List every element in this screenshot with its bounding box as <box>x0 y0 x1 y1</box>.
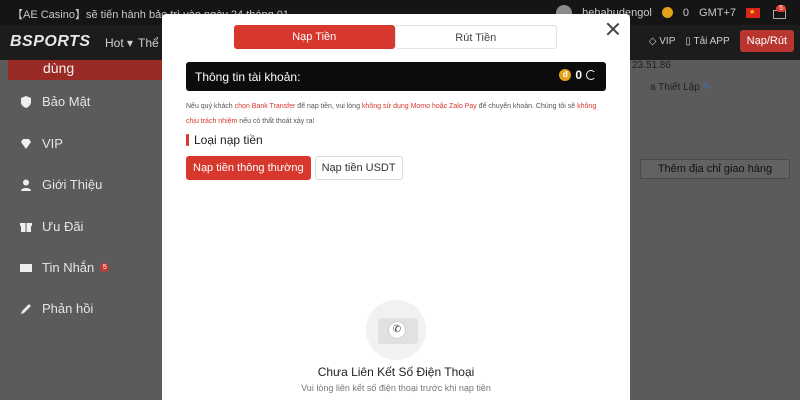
nav-hot[interactable]: Hot ▾ <box>105 36 133 50</box>
nav-right: ◇ VIP ▯ Tải APP Nạp/Rút <box>649 30 794 52</box>
deposit-type-heading: Loại nạp tiền <box>186 133 263 147</box>
empty-state-subtitle: Vui lòng liên kết số điện thoại trước kh… <box>301 383 491 393</box>
deposit-notice: Nếu quý khách chọn Bank Transfer để nạp … <box>186 103 597 125</box>
diamond-icon <box>20 138 32 150</box>
tab-deposit[interactable]: Nạp Tiền <box>234 25 395 49</box>
bsports-logo[interactable]: BSPORTS <box>10 33 91 51</box>
sidebar-item-label: Bảo Mật <box>42 94 91 109</box>
message-icon <box>20 262 32 274</box>
balance-value: 0 <box>575 68 582 82</box>
sidebar-item-vip[interactable]: VIP <box>20 136 63 151</box>
account-info-label: Thông tin tài khoản: <box>195 70 301 84</box>
sidebar-item-active[interactable]: dùng <box>8 60 163 80</box>
section-title: Loại nạp tiền <box>194 133 263 147</box>
empty-state-illustration: ✆ <box>364 300 428 360</box>
edit-icon: ✎ <box>702 82 712 93</box>
message-count-badge: 5 <box>100 263 110 272</box>
sidebar-item-label: Phản hồi <box>42 301 94 316</box>
sidebar-item-referral[interactable]: Giới Thiệu <box>20 177 102 192</box>
setting-link[interactable]: a Thiết Lập ✎ <box>650 82 711 93</box>
modal-tabs: Nạp Tiền Rút Tiền <box>234 25 557 49</box>
sidebar-item-feedback[interactable]: Phản hồi <box>20 301 93 316</box>
background-profile-panel: 23.51.86 a Thiết Lập ✎ Thêm địa chỉ giao… <box>630 60 800 400</box>
phone-icon: ✆ <box>388 321 406 339</box>
mail-icon[interactable]: 5 <box>770 3 790 23</box>
shield-icon <box>20 95 32 108</box>
phone-app-icon: ▯ <box>685 35 691 47</box>
deposit-type-options: Nạp tiền thông thường Nạp tiền USDT <box>186 156 403 180</box>
user-icon <box>20 179 32 191</box>
notification-badge: 5 <box>776 4 786 12</box>
close-icon[interactable] <box>606 22 620 36</box>
add-address-button[interactable]: Thêm địa chỉ giao hàng <box>640 159 790 179</box>
account-balance: đ 0 <box>559 68 596 82</box>
sidebar-item-security[interactable]: Bảo Mật <box>20 94 90 109</box>
sidebar-item-label: VIP <box>42 136 63 151</box>
refresh-icon[interactable] <box>586 70 596 80</box>
nav-app[interactable]: ▯ Tải APP <box>685 36 729 47</box>
sidebar-item-promotions[interactable]: Ưu Đãi <box>20 219 83 234</box>
sidebar-item-messages[interactable]: Tin Nhắn 5 <box>20 260 110 275</box>
deposit-type-usdt[interactable]: Nạp tiền USDT <box>314 156 403 180</box>
pencil-icon <box>20 303 32 315</box>
tab-withdraw[interactable]: Rút Tiền <box>394 25 557 49</box>
topbar-balance: 0 <box>682 6 690 19</box>
empty-state-title: Chưa Liên Kết Số Điện Thoại <box>317 365 475 379</box>
timezone[interactable]: GMT+7 <box>699 7 736 19</box>
nav-vip[interactable]: ◇ VIP <box>649 36 676 47</box>
deposit-modal: Nạp Tiền Rút Tiền Thông tin tài khoản: đ… <box>162 14 630 400</box>
nap-rut-button[interactable]: Nạp/Rút <box>739 30 794 52</box>
sidebar-item-label: Giới Thiệu <box>42 177 103 192</box>
deposit-type-standard[interactable]: Nạp tiền thông thường <box>186 156 311 180</box>
coin-icon: đ <box>559 69 572 81</box>
sidebar-item-label: Ưu Đãi <box>42 219 84 234</box>
account-info-bar: Thông tin tài khoản: đ 0 <box>186 62 606 91</box>
sidebar-item-label: Tin Nhắn <box>42 260 95 275</box>
diamond-icon: ◇ <box>648 35 657 47</box>
ip-address: 23.51.86 <box>632 60 671 71</box>
account-sidebar: dùng Bảo Mật VIP Giới Thiệu Ưu Đãi Tin N… <box>0 60 163 400</box>
vietnam-flag-icon[interactable] <box>746 7 760 18</box>
gift-icon <box>20 221 32 233</box>
coin-icon <box>661 7 673 18</box>
section-marker <box>186 134 189 146</box>
